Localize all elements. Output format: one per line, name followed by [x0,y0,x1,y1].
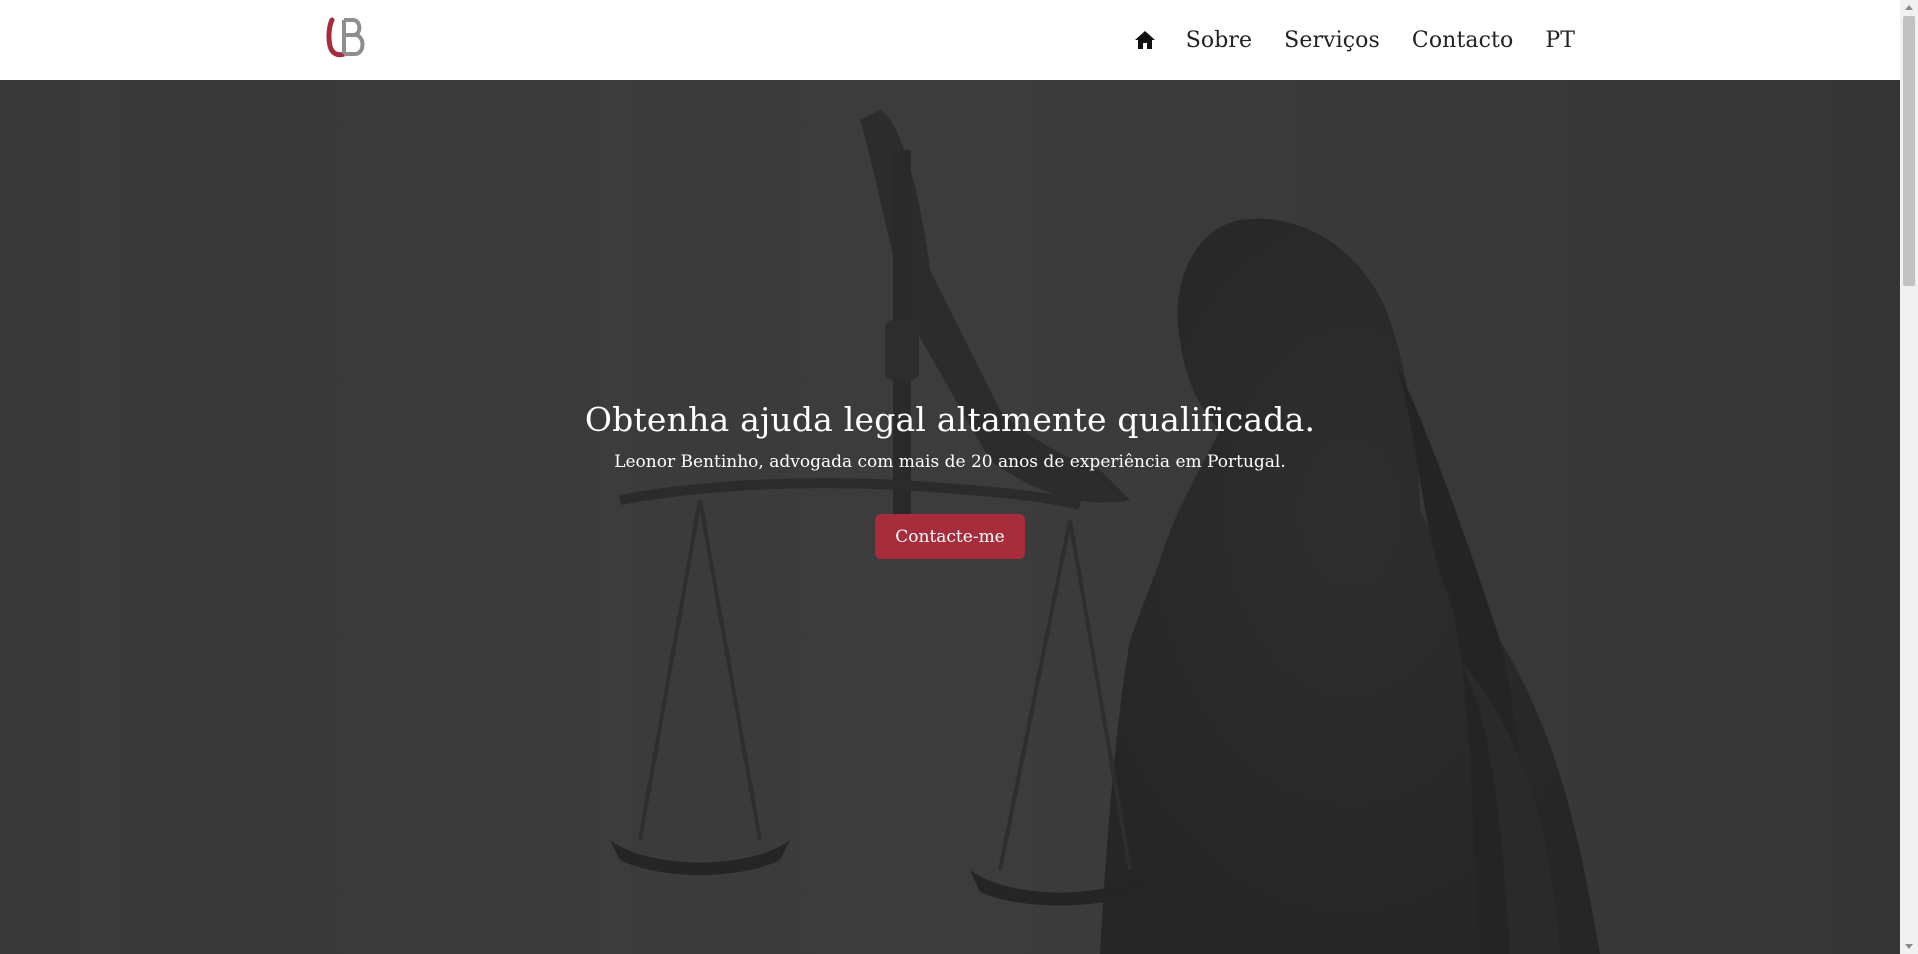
top-navbar: Sobre Serviços Contacto PT [0,0,1900,80]
language-selector[interactable]: PT [1545,28,1575,53]
scrollbar-thumb[interactable] [1903,16,1915,286]
nav-link-contacto[interactable]: Contacto [1412,28,1513,53]
nav-link-servicos[interactable]: Serviços [1284,28,1380,53]
hero-section: Obtenha ajuda legal altamente qualificad… [0,80,1900,954]
main-nav: Sobre Serviços Contacto PT [1134,0,1575,80]
scroll-up-icon[interactable] [1905,5,1913,10]
home-icon[interactable] [1134,29,1156,51]
nav-link-sobre[interactable]: Sobre [1186,28,1252,53]
contact-me-button[interactable]: Contacte-me [875,514,1025,559]
lb-monogram-logo[interactable] [326,16,372,58]
hero-subheadline: Leonor Bentinho, advogada com mais de 20… [614,452,1286,472]
hero-headline: Obtenha ajuda legal altamente qualificad… [584,400,1316,439]
scroll-down-icon[interactable] [1905,944,1913,949]
page-scrollbar[interactable] [1900,0,1918,954]
